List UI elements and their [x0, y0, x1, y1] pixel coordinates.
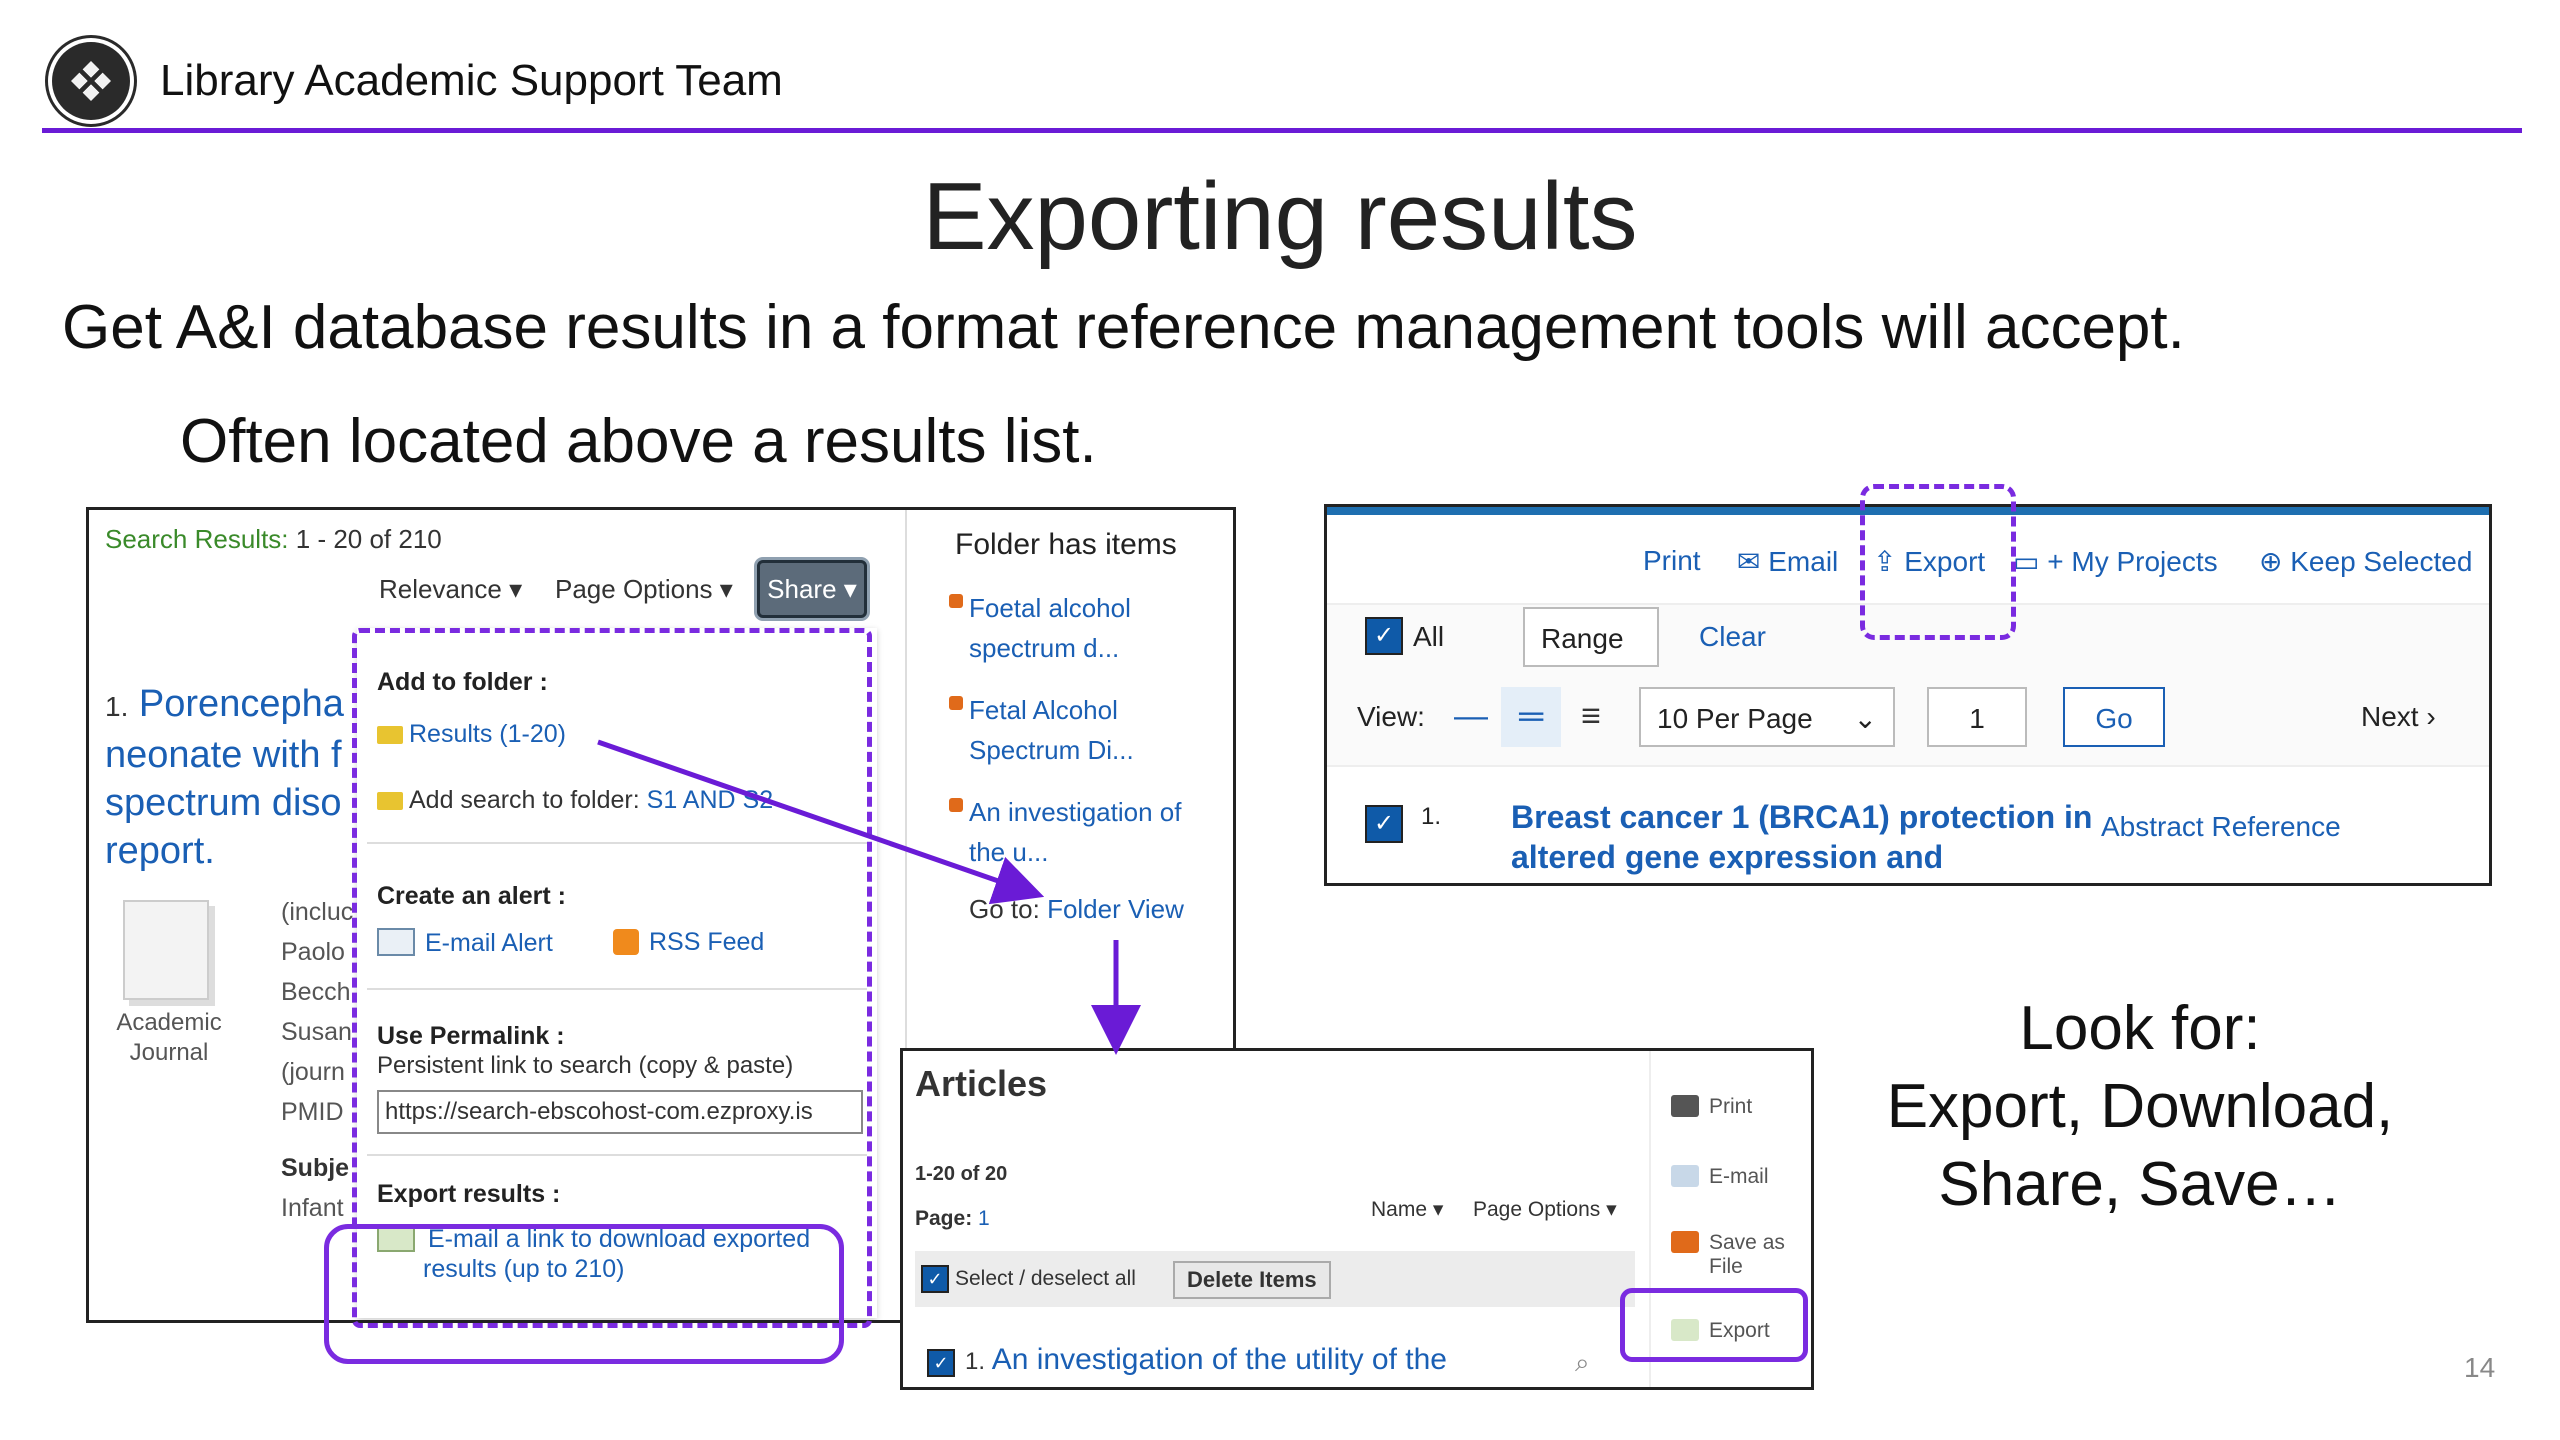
- look-for-text: Look for: Export, Download, Share, Save…: [1886, 994, 2394, 1219]
- arrow-to-folder: [597, 739, 1045, 905]
- annotation-arrows: [597, 739, 1141, 1055]
- page-number: 14: [2464, 1352, 2496, 1383]
